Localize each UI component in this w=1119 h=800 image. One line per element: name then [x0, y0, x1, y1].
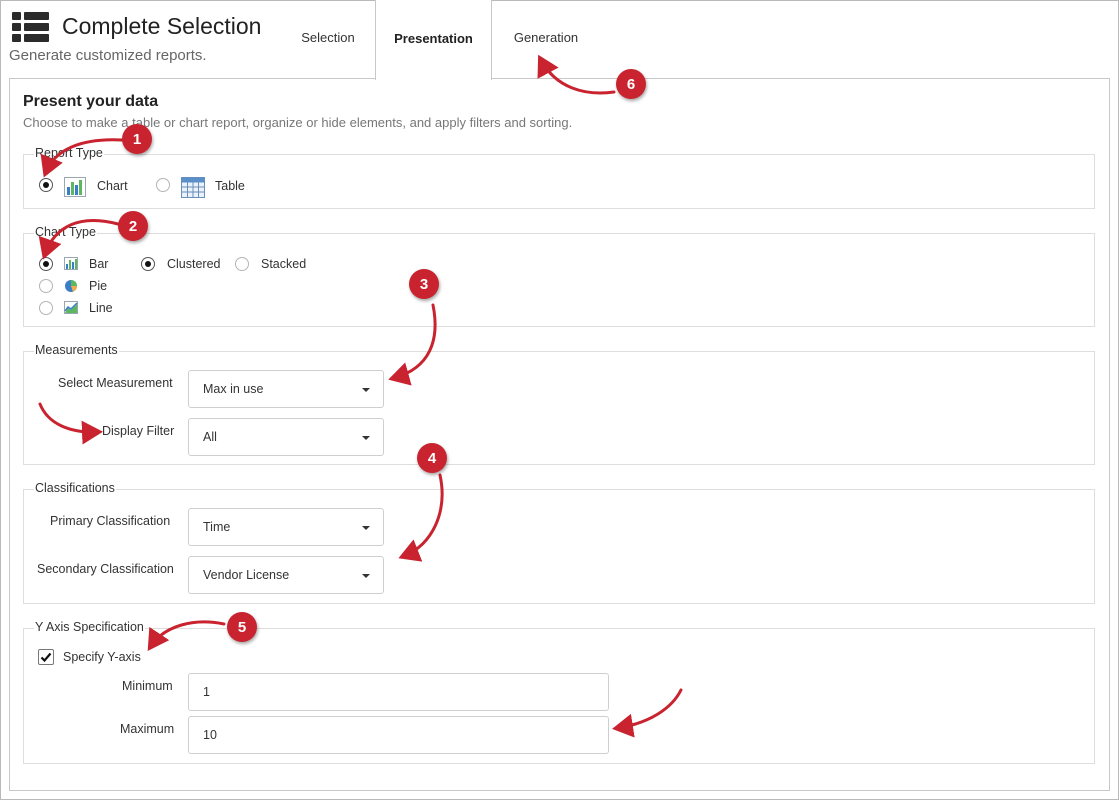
- radio-bar-clustered[interactable]: [141, 257, 155, 271]
- radio-report-table[interactable]: [156, 178, 170, 192]
- measurements-group: [23, 351, 1095, 465]
- panel-description: Choose to make a table or chart report, …: [23, 115, 573, 130]
- report-table-label: Table: [215, 179, 245, 193]
- caret-down-icon: [362, 436, 370, 440]
- annotation-badge-4: 4: [417, 443, 447, 473]
- secondary-classification-label: Secondary Classification: [37, 562, 174, 576]
- report-type-legend: Report Type: [34, 146, 104, 160]
- primary-classification-dropdown[interactable]: Time: [188, 508, 384, 546]
- secondary-classification-value: Vendor License: [203, 568, 290, 582]
- panel-title: Present your data: [23, 93, 159, 110]
- bar-clustered-label: Clustered: [167, 257, 221, 271]
- display-filter-label: Display Filter: [102, 424, 175, 438]
- minimum-input[interactable]: 1: [188, 673, 609, 711]
- annotation-badge-1: 1: [122, 124, 152, 154]
- caret-down-icon: [362, 526, 370, 530]
- select-measurement-value: Max in use: [203, 382, 264, 396]
- page-subtitle: Generate customized reports.: [9, 47, 207, 64]
- radio-chart-pie[interactable]: [39, 279, 53, 293]
- select-measurement-dropdown[interactable]: Max in use: [188, 370, 384, 408]
- bar-chart-icon: [64, 177, 86, 197]
- radio-report-chart[interactable]: [39, 178, 53, 192]
- radio-bar-stacked[interactable]: [235, 257, 249, 271]
- chart-type-legend: Chart Type: [34, 225, 97, 239]
- primary-classification-label: Primary Classification: [50, 514, 171, 528]
- classifications-group: [23, 489, 1095, 604]
- tab-selection[interactable]: Selection: [282, 0, 374, 79]
- minimum-value: 1: [203, 685, 210, 699]
- chart-bar-label: Bar: [89, 257, 109, 271]
- caret-down-icon: [362, 574, 370, 578]
- line-chart-icon: [64, 301, 78, 314]
- caret-down-icon: [362, 388, 370, 392]
- specify-y-axis-label: Specify Y-axis: [63, 650, 141, 664]
- specify-y-axis-checkbox[interactable]: [38, 649, 54, 665]
- maximum-input[interactable]: 10: [188, 716, 609, 754]
- page-title: Complete Selection: [62, 13, 262, 39]
- radio-chart-bar[interactable]: [39, 257, 53, 271]
- table-list-icon: [12, 12, 49, 43]
- bar-stacked-label: Stacked: [261, 257, 307, 271]
- maximum-value: 10: [203, 728, 217, 742]
- bar-chart-icon: [64, 257, 78, 270]
- annotation-badge-3: 3: [409, 269, 439, 299]
- y-axis-legend: Y Axis Specification: [34, 620, 145, 634]
- checkmark-icon: [40, 652, 52, 663]
- minimum-label: Minimum: [122, 679, 173, 693]
- secondary-classification-dropdown[interactable]: Vendor License: [188, 556, 384, 594]
- select-measurement-label: Select Measurement: [58, 376, 173, 390]
- display-filter-dropdown[interactable]: All: [188, 418, 384, 456]
- chart-type-group: [23, 233, 1095, 327]
- display-filter-value: All: [203, 430, 217, 444]
- annotation-badge-2: 2: [118, 211, 148, 241]
- tab-presentation[interactable]: Presentation: [375, 0, 492, 80]
- classifications-legend: Classifications: [34, 481, 116, 495]
- chart-pie-label: Pie: [89, 279, 108, 293]
- table-grid-icon: [181, 177, 205, 198]
- maximum-label: Maximum: [120, 722, 175, 736]
- report-chart-label: Chart: [97, 179, 128, 193]
- tab-generation[interactable]: Generation: [500, 0, 592, 79]
- annotation-badge-5: 5: [227, 612, 257, 642]
- measurements-legend: Measurements: [34, 343, 119, 357]
- radio-chart-line[interactable]: [39, 301, 53, 315]
- chart-line-label: Line: [89, 301, 113, 315]
- annotation-badge-6: 6: [616, 69, 646, 99]
- primary-classification-value: Time: [203, 520, 231, 534]
- pie-chart-icon: [65, 280, 78, 292]
